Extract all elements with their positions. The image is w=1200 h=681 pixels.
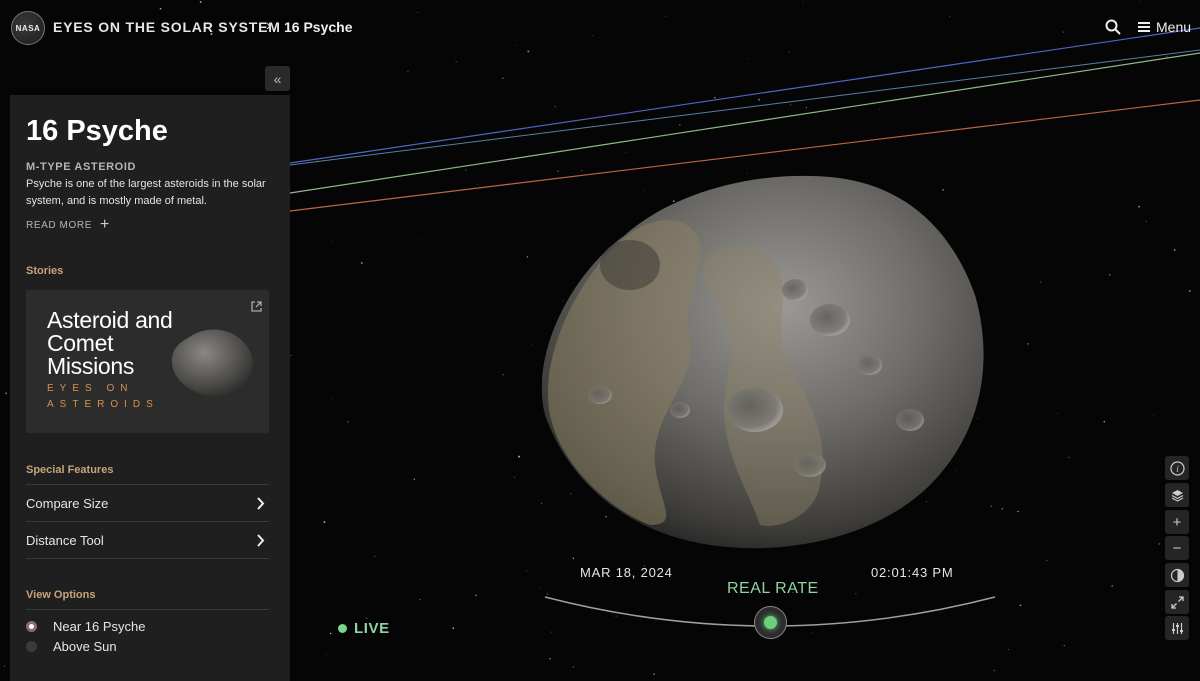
time-display[interactable]: 02:01:43 PM: [871, 565, 954, 580]
radio-selected[interactable]: [26, 621, 37, 632]
layers-button[interactable]: [1165, 483, 1189, 507]
asteroid-thumbnail: [171, 329, 253, 398]
breadcrumb-current: 16 Psyche: [284, 19, 353, 35]
time-rate-knob[interactable]: [754, 606, 787, 639]
breadcrumb-chevron-icon: ›: [266, 17, 271, 34]
plus-icon: +: [99, 216, 110, 233]
view-option-label: Near 16 Psyche: [53, 619, 146, 634]
special-features-heading: Special Features: [26, 464, 114, 476]
svg-text:i: i: [1176, 464, 1179, 474]
story-subtitle: EYES ON ASTEROIDS: [47, 383, 159, 410]
object-title: 16 Psyche: [26, 115, 168, 147]
nasa-logo[interactable]: NASA: [11, 11, 45, 45]
fullscreen-icon: [1170, 595, 1184, 609]
view-option-near[interactable]: Near 16 Psyche: [26, 619, 146, 634]
chevron-right-icon: [257, 533, 265, 547]
search-icon[interactable]: [1105, 19, 1121, 35]
settings-button[interactable]: [1165, 616, 1189, 640]
stories-heading: Stories: [26, 265, 64, 277]
date-display[interactable]: MAR 18, 2024: [580, 565, 673, 580]
distance-tool-row[interactable]: Distance Tool: [26, 521, 269, 558]
info-panel: 16 Psyche M-TYPE ASTEROID Psyche is one …: [10, 95, 290, 681]
menu-button[interactable]: Menu: [1138, 18, 1191, 36]
zoom-in-icon: +: [1172, 513, 1182, 531]
divider: [26, 609, 269, 610]
settings-sliders-icon: [1171, 622, 1183, 634]
knob-indicator: [764, 616, 777, 629]
live-dot-icon: [338, 624, 347, 633]
layers-icon: [1171, 489, 1183, 502]
fullscreen-button[interactable]: [1165, 590, 1189, 614]
chevron-right-icon: [257, 496, 265, 510]
read-more-label: READ MORE: [26, 219, 92, 231]
menu-label: Menu: [1156, 19, 1192, 35]
view-options-heading: View Options: [26, 589, 96, 601]
view-option-label: Above Sun: [53, 639, 117, 654]
lighting-button[interactable]: [1165, 563, 1189, 587]
live-button[interactable]: LIVE: [338, 620, 390, 637]
zoom-out-button[interactable]: −: [1165, 536, 1189, 560]
info-icon: i: [1169, 460, 1185, 476]
psyche-asteroid-model[interactable]: [530, 165, 990, 560]
top-header: NASA EYES ON THE SOLAR SYSTEM › 16 Psych…: [0, 0, 1200, 54]
live-label: LIVE: [354, 620, 390, 637]
radio-unselected[interactable]: [26, 641, 37, 652]
object-description: Psyche is one of the largest asteroids i…: [26, 178, 266, 207]
lighting-icon: [1170, 568, 1184, 582]
distance-tool-label: Distance Tool: [26, 532, 104, 548]
zoom-in-button[interactable]: +: [1165, 510, 1189, 534]
story-card[interactable]: Asteroid and Comet Missions EYES ON ASTE…: [26, 290, 269, 433]
object-type: M-TYPE ASTEROID: [26, 161, 137, 173]
hamburger-icon: [1138, 22, 1150, 32]
app-title-link[interactable]: EYES ON THE SOLAR SYSTEM: [53, 19, 281, 35]
divider: [26, 558, 269, 559]
info-button[interactable]: i: [1165, 456, 1189, 480]
compare-size-row[interactable]: Compare Size: [26, 484, 269, 521]
compare-size-label: Compare Size: [26, 495, 109, 511]
zoom-out-icon: −: [1172, 539, 1182, 557]
read-more-button[interactable]: READ MORE +: [26, 216, 110, 234]
collapse-panel-button[interactable]: «: [265, 66, 290, 91]
view-option-above-sun[interactable]: Above Sun: [26, 639, 117, 654]
external-link-icon: [251, 301, 262, 312]
